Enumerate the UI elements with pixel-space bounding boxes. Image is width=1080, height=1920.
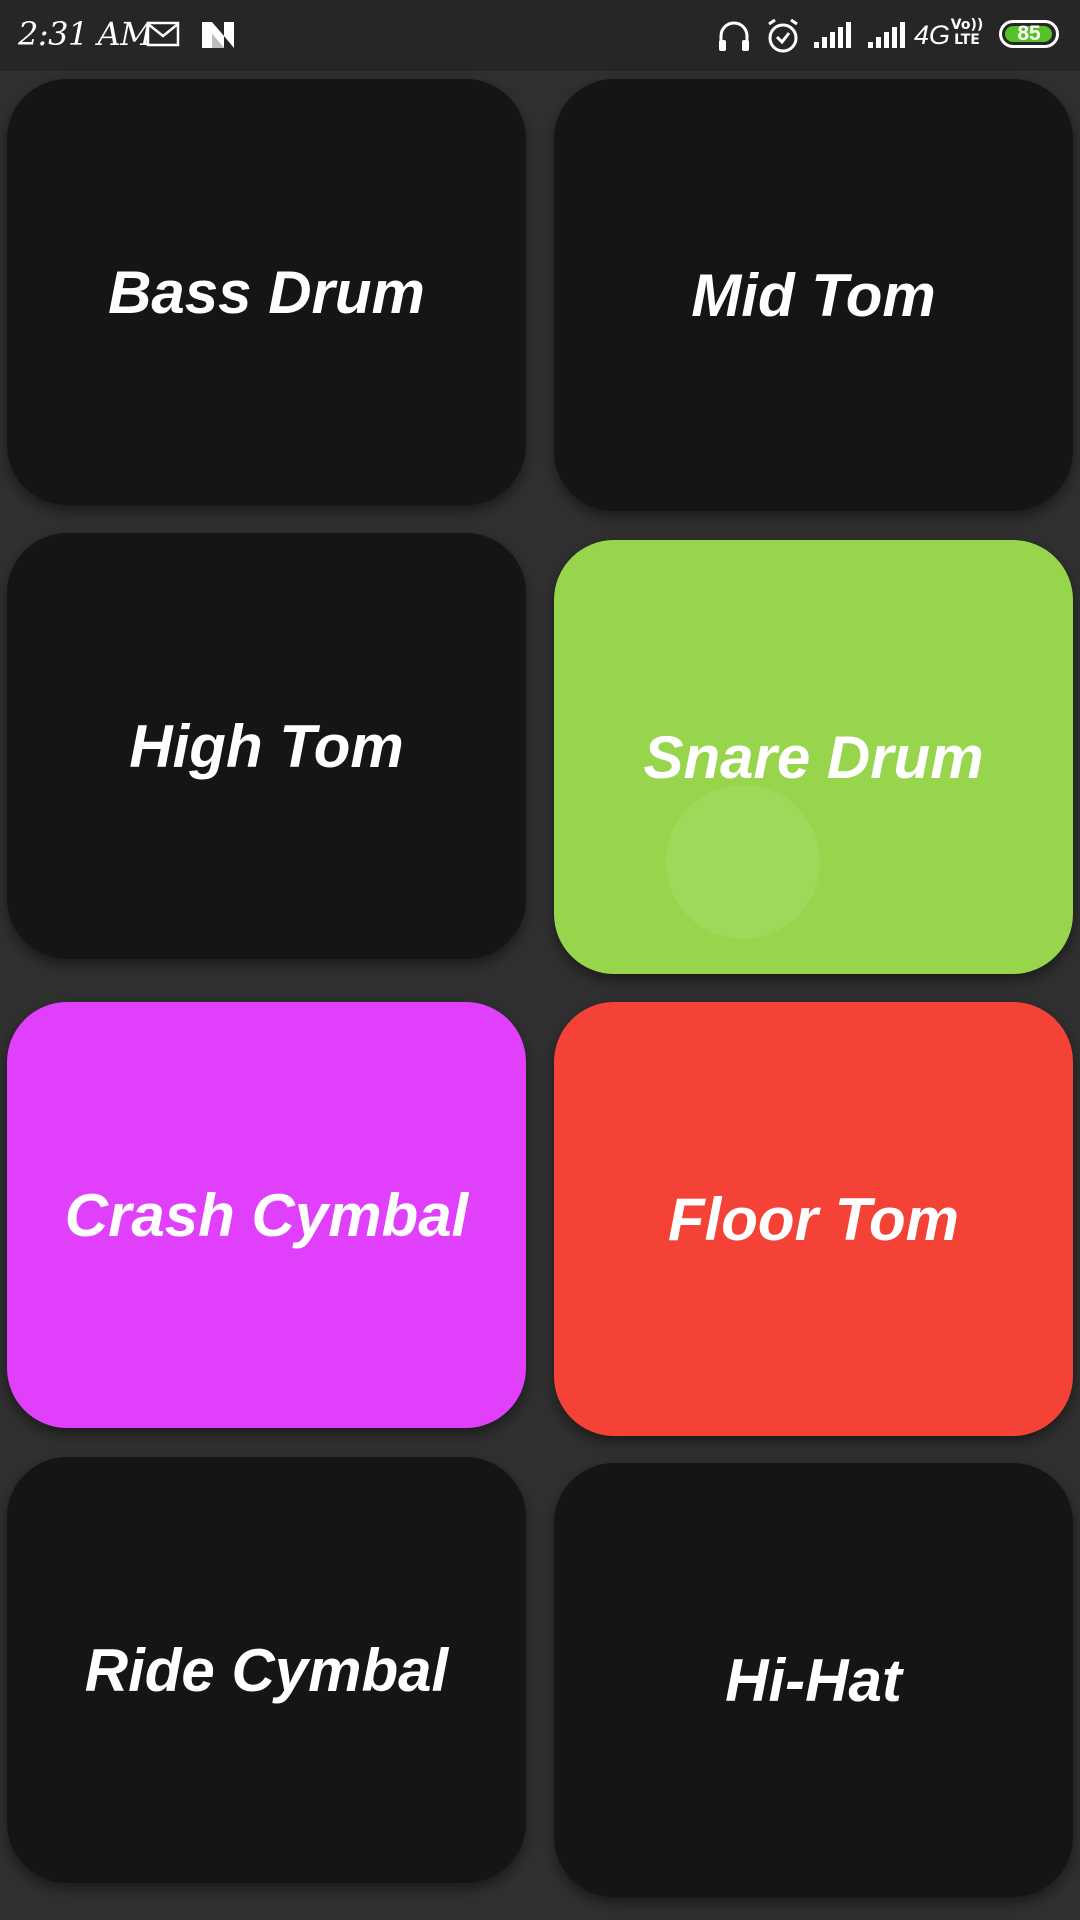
pad-label: Floor Tom xyxy=(667,1185,960,1253)
pad-ride-cymbal[interactable]: Ride Cymbal xyxy=(7,1457,526,1883)
alarm-icon xyxy=(768,18,798,53)
mail-icon xyxy=(146,21,180,47)
pad-snare-drum[interactable]: Snare Drum xyxy=(554,540,1073,974)
status-time: 2:31 AM xyxy=(18,15,153,53)
pad-label: Bass Drum xyxy=(108,258,425,326)
pad-label: Mid Tom xyxy=(691,261,936,329)
notification-app-icon xyxy=(202,22,234,48)
headphones-icon xyxy=(719,21,749,51)
pad-label: Ride Cymbal xyxy=(84,1636,449,1704)
pad-bass-drum[interactable]: Bass Drum xyxy=(7,79,526,505)
volte-line-2: LTE xyxy=(954,32,980,48)
signal-icon xyxy=(868,22,905,48)
battery-level: 85 xyxy=(1017,22,1041,45)
volte-line-1: Vo)) xyxy=(950,17,984,33)
pad-label: Snare Drum xyxy=(643,723,984,791)
pad-high-tom[interactable]: High Tom xyxy=(7,533,526,959)
signal-icon xyxy=(814,22,851,48)
status-bar: 2:31 AM 4G Vo)) LTE 85 xyxy=(0,0,1080,71)
pad-mid-tom[interactable]: Mid Tom xyxy=(554,79,1073,511)
volte-indicator: Vo)) LTE xyxy=(950,18,984,48)
pad-hi-hat[interactable]: Hi-Hat xyxy=(554,1463,1073,1897)
pad-label: High Tom xyxy=(129,712,404,780)
battery-icon: 85 xyxy=(999,20,1059,48)
network-type: 4G xyxy=(914,20,951,50)
touch-ripple xyxy=(666,785,820,939)
pad-crash-cymbal[interactable]: Crash Cymbal xyxy=(7,1002,526,1428)
pad-floor-tom[interactable]: Floor Tom xyxy=(554,1002,1073,1436)
pad-label: Hi-Hat xyxy=(725,1646,902,1714)
pad-label: Crash Cymbal xyxy=(64,1181,469,1249)
